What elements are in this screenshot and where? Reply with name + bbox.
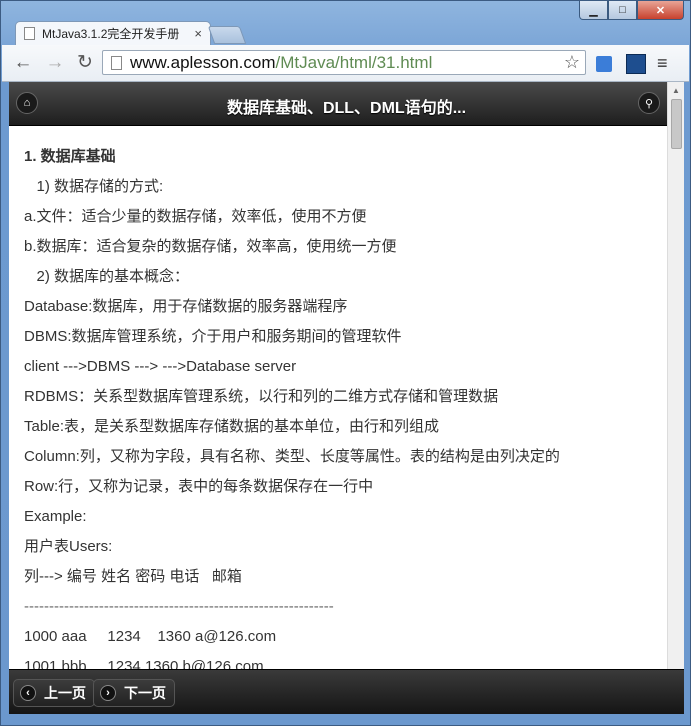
url-host: www.aplesson.com xyxy=(130,52,276,72)
next-page-button[interactable]: › 下一页 xyxy=(93,679,175,707)
window-controls: ▁ □ ✕ xyxy=(579,1,684,20)
text-line: 1) 数据存储的方式: xyxy=(24,178,164,195)
text-line: Example: xyxy=(24,508,87,525)
chevron-left-icon: ‹ xyxy=(20,685,36,701)
text-line: 1000 aaa 1234 1360 a@126.com xyxy=(24,628,277,645)
page-title: 数据库基础、DLL、DML语句的... xyxy=(226,100,467,117)
home-icon[interactable]: ⌂ xyxy=(16,92,38,114)
chevron-right-icon: › xyxy=(100,685,116,701)
text-line: client --->DBMS ---> --->Database server xyxy=(24,358,297,375)
text-line: Table:表，是关系型数据库存储数据的基本单位，由行和列组成 xyxy=(24,418,440,435)
new-tab-button[interactable] xyxy=(207,26,247,44)
page-footer: ‹ 上一页 › 下一页 xyxy=(9,669,684,714)
text-line: 2) 数据库的基本概念： xyxy=(24,268,190,285)
vertical-scrollbar[interactable]: ▲ xyxy=(667,82,684,669)
text-line: b.数据库：适合复杂的数据存储，效率高，使用统一方便 xyxy=(24,238,397,255)
prev-page-label: 上一页 xyxy=(44,685,86,701)
back-icon[interactable]: ← xyxy=(12,53,34,73)
close-window-button[interactable]: ✕ xyxy=(637,1,684,20)
minimize-button[interactable]: ▁ xyxy=(579,1,608,20)
tab-title: MtJava3.1.2完全开发手册 xyxy=(42,27,180,41)
text-line: 列---> 编号 姓名 密码 电话 邮箱 xyxy=(24,568,242,585)
text-line: Database:数据库，用于存储数据的服务器端程序 xyxy=(24,298,348,315)
text-line: 用户表Users: xyxy=(24,538,113,555)
maximize-button[interactable]: □ xyxy=(608,1,637,20)
text-line: Column:列，又称为字段，具有名称、类型、长度等属性。表的结构是由列决定的 xyxy=(24,448,560,465)
scroll-up-icon[interactable]: ▲ xyxy=(672,86,680,95)
extension-icon-2[interactable] xyxy=(626,54,646,74)
text-line: DBMS:数据库管理系统，介于用户和服务期间的管理软件 xyxy=(24,328,402,345)
address-bar[interactable]: www.aplesson.com/MtJava/html/31.html ☆ xyxy=(102,50,586,75)
text-line: Row:行，又称为记录，表中的每条数据保存在一行中 xyxy=(24,478,374,495)
section-heading: 1. 数据库基础 xyxy=(24,148,116,165)
text-line: a.文件：适合少量的数据存储，效率低，使用不方便 xyxy=(24,208,367,225)
menu-icon[interactable]: ≡ xyxy=(657,53,668,74)
next-page-label: 下一页 xyxy=(124,685,166,701)
browser-window: ▁ □ ✕ MtJava3.1.2完全开发手册 × ← → ↻ www.aple… xyxy=(0,0,691,726)
search-icon[interactable]: ⚲ xyxy=(638,92,660,114)
prev-page-button[interactable]: ‹ 上一页 xyxy=(13,679,95,707)
tab-close-icon[interactable]: × xyxy=(194,26,202,41)
page-header: ⌂ 数据库基础、DLL、DML语句的... ⚲ xyxy=(9,82,684,126)
page-icon xyxy=(111,55,122,70)
divider-line: ----------------------------------------… xyxy=(24,598,334,615)
text-line: RDBMS：关系型数据库管理系统，以行和列的二维方式存储和管理数据 xyxy=(24,388,499,405)
url-path: /MtJava/html/31.html xyxy=(275,52,433,72)
browser-tab[interactable]: MtJava3.1.2完全开发手册 × xyxy=(15,21,211,45)
scrollbar-thumb[interactable] xyxy=(671,99,682,149)
browser-toolbar: ← → ↻ www.aplesson.com/MtJava/html/31.ht… xyxy=(2,45,689,82)
bookmark-star-icon[interactable]: ☆ xyxy=(564,52,580,73)
extension-icon[interactable] xyxy=(596,56,612,72)
page-viewport: ⌂ 数据库基础、DLL、DML语句的... ⚲ 1. 数据库基础 1) 数据存储… xyxy=(9,82,684,714)
article-content: 1. 数据库基础 1) 数据存储的方式: a.文件：适合少量的数据存储，效率低，… xyxy=(24,146,669,686)
reload-icon[interactable]: ↻ xyxy=(74,53,96,73)
forward-icon[interactable]: → xyxy=(44,53,66,73)
page-icon xyxy=(24,27,35,40)
